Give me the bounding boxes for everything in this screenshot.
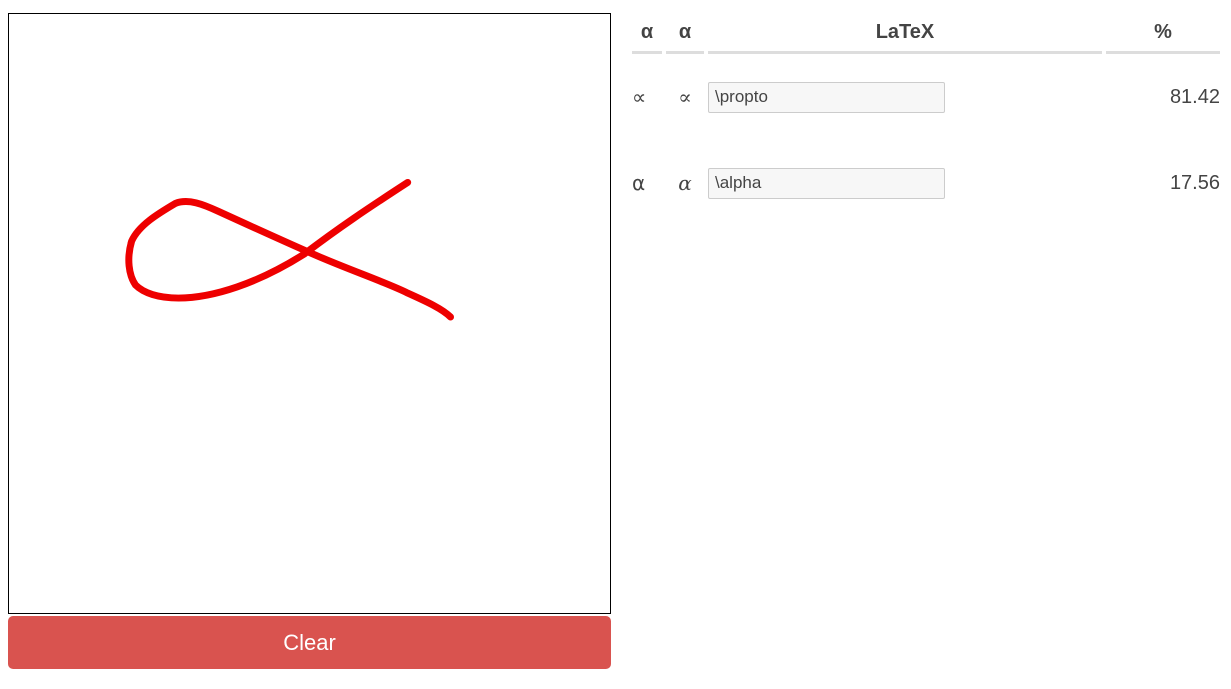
result-symbol: ∝ xyxy=(632,85,647,109)
header-percent: % xyxy=(1106,14,1220,54)
result-latex-cell xyxy=(708,140,1102,226)
results-header-row: α α LaTeX % xyxy=(632,14,1220,54)
drawn-stroke xyxy=(125,178,455,321)
results-table: α α LaTeX % ∝ ∝ 81.42 α α 17.56 xyxy=(628,14,1224,226)
result-rendered-symbol: ∝ xyxy=(678,85,692,109)
clear-button[interactable]: Clear xyxy=(8,616,611,669)
app: Clear α α LaTeX % ∝ ∝ 81.42 α α xyxy=(0,0,1231,689)
header-latex: LaTeX xyxy=(708,14,1102,54)
header-rendered: α xyxy=(666,14,704,54)
header-symbol: α xyxy=(632,14,662,54)
latex-field[interactable] xyxy=(708,167,945,199)
result-symbol: α xyxy=(632,171,646,195)
result-row: ∝ ∝ 81.42 xyxy=(632,54,1220,140)
drawing-surface[interactable] xyxy=(9,14,610,613)
result-row: α α 17.56 xyxy=(632,140,1220,226)
result-latex-cell xyxy=(708,54,1102,140)
result-percent: 17.56 xyxy=(1169,171,1220,194)
result-rendered-symbol: α xyxy=(678,171,692,195)
drawing-canvas[interactable] xyxy=(8,13,611,614)
latex-field[interactable] xyxy=(708,81,945,113)
result-percent: 81.42 xyxy=(1169,85,1220,108)
